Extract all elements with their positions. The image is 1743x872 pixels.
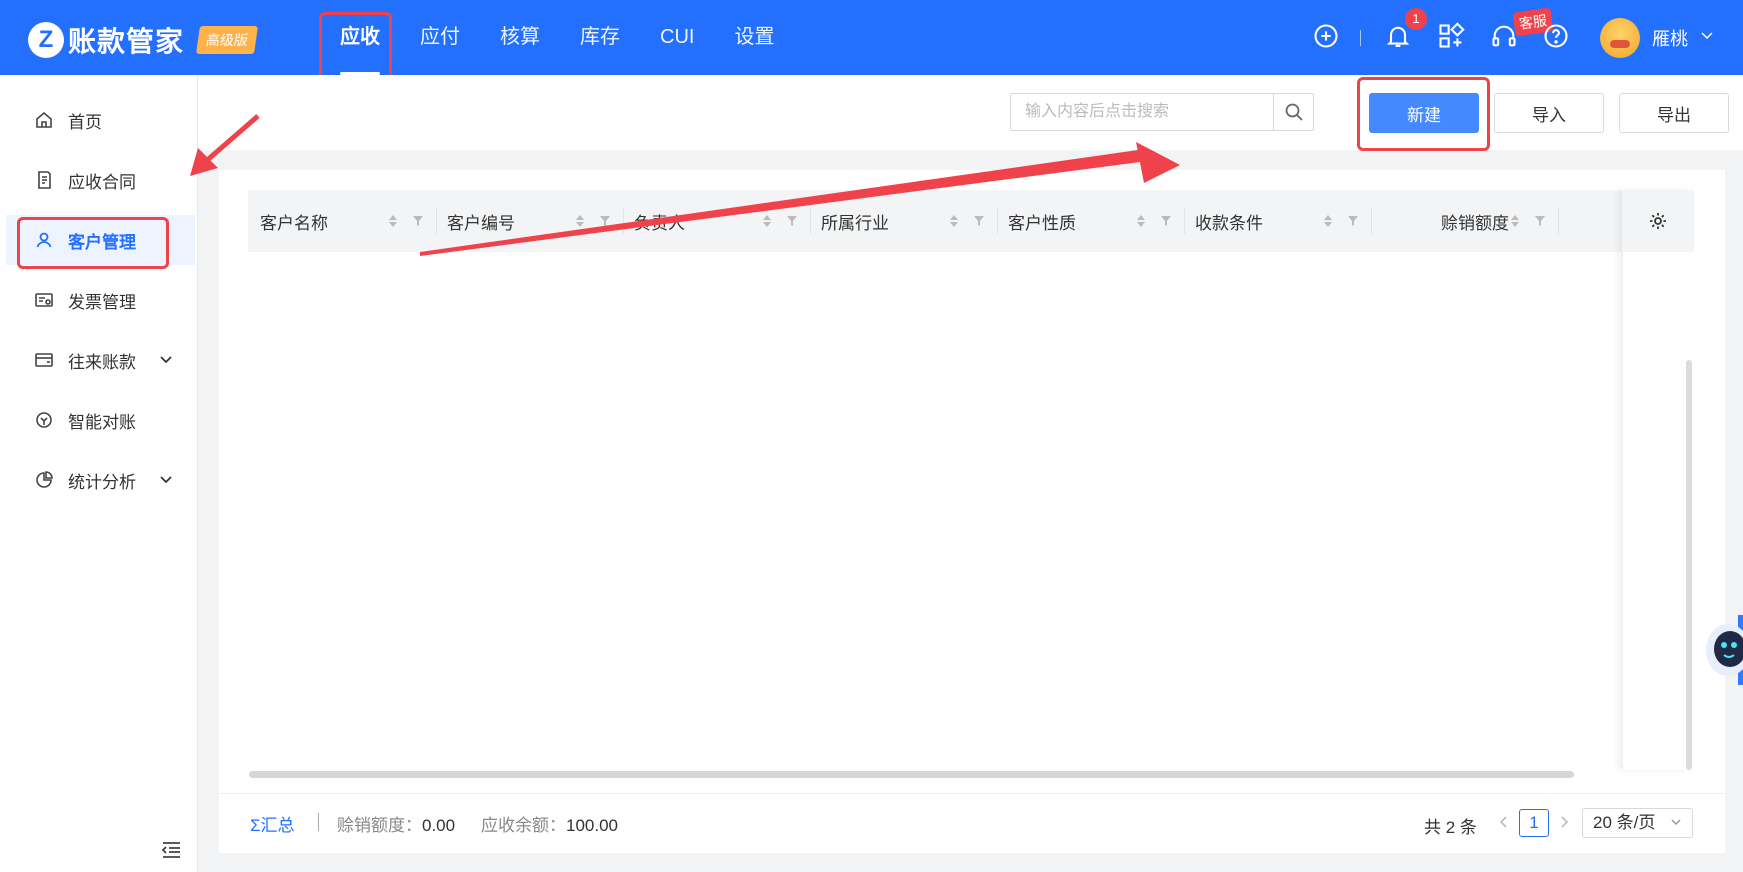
filter-icon[interactable] (412, 215, 424, 227)
chevron-down-icon[interactable] (1700, 28, 1714, 45)
annotation-highlight-new (1357, 77, 1490, 151)
sidebar-item-home[interactable]: 首页 (6, 95, 195, 145)
sidebar-item-label: 统计分析 (68, 472, 136, 492)
column-header-credit-limit[interactable]: 赊销额度 (1382, 190, 1557, 252)
sort-icon[interactable] (388, 214, 398, 228)
content-card (219, 170, 1725, 852)
chevron-right-icon[interactable] (1558, 815, 1570, 834)
table-fixed-column (1622, 190, 1694, 770)
column-header-industry[interactable]: 所属行业 (821, 190, 996, 252)
column-header-owner[interactable]: 负责人 (634, 190, 809, 252)
chevron-left-icon[interactable] (1498, 815, 1510, 834)
column-divider (436, 208, 437, 234)
sidebar-item-contracts[interactable]: 应收合同 (6, 155, 195, 205)
summary-divider (318, 813, 319, 831)
sidebar-item-label: 发票管理 (68, 292, 136, 312)
sidebar-item-invoices[interactable]: 发票管理 (6, 275, 195, 325)
column-divider (810, 208, 811, 234)
app-logo[interactable]: Z 账款管家 高级版 (28, 20, 258, 60)
sidebar-item-accounts[interactable]: 往来账款 (6, 335, 195, 385)
import-button[interactable]: 导入 (1494, 93, 1604, 133)
account-icon (34, 350, 54, 370)
summary-credit-limit: 赊销额度：0.00 (337, 816, 456, 835)
filter-icon[interactable] (1534, 215, 1546, 227)
invoice-icon (34, 290, 54, 310)
chevron-down-icon[interactable] (159, 471, 173, 485)
nav-item-inventory[interactable]: 库存 (560, 0, 640, 75)
search-button[interactable] (1273, 94, 1313, 130)
sort-icon[interactable] (949, 214, 959, 228)
sort-icon[interactable] (1323, 214, 1333, 228)
logo-mark-icon: Z (28, 22, 64, 58)
column-settings-button[interactable] (1622, 190, 1694, 252)
sidebar-item-label: 首页 (68, 112, 102, 132)
fixed-column-divider (1622, 252, 1624, 770)
app-name: 账款管家 (68, 26, 185, 57)
user-avatar[interactable] (1600, 18, 1640, 58)
column-divider (1371, 208, 1372, 234)
reconcile-icon (34, 410, 54, 430)
sidebar-item-analytics[interactable]: 统计分析 (6, 455, 195, 505)
contract-icon (34, 170, 54, 190)
sidebar-item-reconcile[interactable]: 智能对账 (6, 395, 195, 445)
export-button[interactable]: 导出 (1619, 93, 1729, 133)
assistant-robot-icon[interactable] (1702, 615, 1743, 685)
horizontal-scrollbar[interactable] (249, 771, 1574, 778)
pagination-current-page[interactable]: 1 (1519, 809, 1549, 837)
column-header-customer-type[interactable]: 客户性质 (1008, 190, 1183, 252)
nav-item-cui[interactable]: CUI (640, 0, 714, 75)
column-header-payment-terms[interactable]: 收款条件 (1195, 190, 1370, 252)
header-divider (1360, 30, 1361, 46)
sort-icon[interactable] (762, 214, 772, 228)
sidebar: 首页 应收合同 客户管理 发票管理 往来账款 智能对账 统计分析 (0, 75, 198, 872)
edition-badge: 高级版 (196, 26, 258, 54)
summary-receivable-balance: 应收余额：100.00 (481, 816, 618, 835)
home-icon (34, 110, 54, 130)
annotation-highlight-nav (319, 12, 392, 82)
nav-item-accounting[interactable]: 核算 (480, 0, 560, 75)
chevron-down-icon (1670, 809, 1682, 847)
filter-icon[interactable] (973, 215, 985, 227)
column-header-customer-code[interactable]: 客户编号 (447, 190, 622, 252)
search-box (1010, 93, 1314, 131)
sidebar-item-label: 往来账款 (68, 352, 136, 372)
column-divider (623, 208, 624, 234)
gear-icon (1650, 213, 1666, 229)
column-divider (1558, 208, 1559, 234)
notification-count-badge: 1 (1405, 8, 1427, 30)
vertical-scrollbar[interactable] (1686, 360, 1692, 770)
plus-circle-icon[interactable] (1312, 22, 1340, 50)
annotation-highlight-sidebar (17, 217, 169, 269)
nav-item-settings[interactable]: 设置 (714, 0, 794, 75)
filter-icon[interactable] (599, 215, 611, 227)
nav-item-payable[interactable]: 应付 (400, 0, 480, 75)
search-input[interactable] (1011, 94, 1273, 130)
summary-toggle[interactable]: Σ汇总 (250, 811, 295, 836)
sidebar-item-label: 智能对账 (68, 412, 136, 432)
user-name[interactable]: 雁桃 (1652, 25, 1688, 51)
filter-icon[interactable] (1160, 215, 1172, 227)
sigma-icon: Σ (250, 816, 261, 835)
sort-icon[interactable] (1136, 214, 1146, 228)
apps-icon[interactable] (1437, 22, 1465, 50)
column-divider (997, 208, 998, 234)
search-icon (1285, 103, 1303, 121)
collapse-sidebar-icon[interactable] (160, 840, 182, 860)
column-header-customer-name[interactable]: 客户名称 (260, 190, 435, 252)
page-size-select[interactable]: 20 条/页 (1582, 808, 1693, 838)
filter-icon[interactable] (786, 215, 798, 227)
sidebar-item-label: 应收合同 (68, 172, 136, 192)
chevron-down-icon[interactable] (159, 351, 173, 365)
total-count: 共 2 条 (1424, 818, 1477, 837)
help-icon[interactable] (1542, 22, 1570, 50)
chart-icon (34, 470, 54, 490)
filter-icon[interactable] (1347, 215, 1359, 227)
sort-icon[interactable] (1510, 214, 1520, 228)
top-bar: Z 账款管家 高级版 应收 应付 核算 库存 CUI 设置 (0, 0, 1743, 75)
sort-icon[interactable] (575, 214, 585, 228)
column-divider (1184, 208, 1185, 234)
